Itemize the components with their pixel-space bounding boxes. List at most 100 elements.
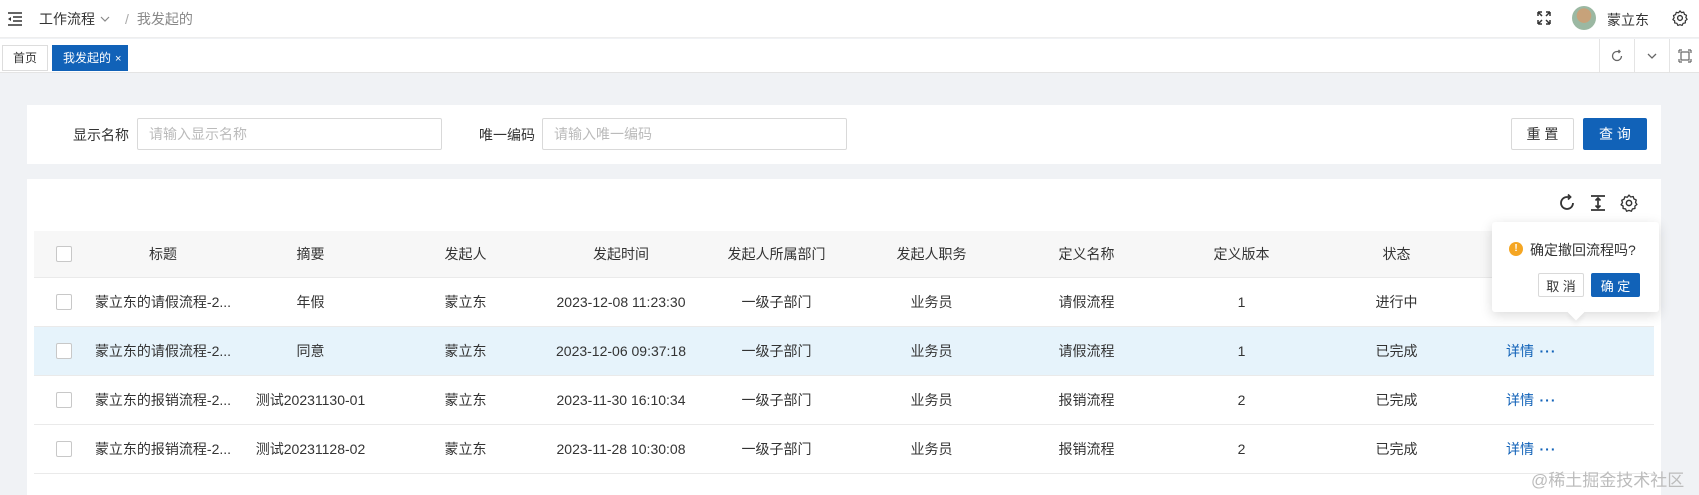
- popconfirm-message: 确定撤回流程吗?: [1530, 242, 1636, 258]
- cell-title: 蒙立东的请假流程-2...: [94, 343, 232, 359]
- tab-home-label: 首页: [13, 51, 38, 65]
- avatar[interactable]: [1572, 6, 1596, 30]
- row-checkbox[interactable]: [55, 441, 72, 457]
- cell-department: 一级子部门: [741, 343, 812, 359]
- tab-my-initiated-label: 我发起的: [63, 51, 112, 65]
- cell-position: 业务员: [910, 441, 953, 457]
- user-name[interactable]: 蒙立东: [1607, 10, 1649, 30]
- cell-title: 蒙立东的报销流程-2...: [94, 392, 232, 408]
- refresh-tab-icon[interactable]: [1599, 39, 1634, 73]
- maximize-icon[interactable]: [1669, 39, 1699, 73]
- breadcrumb: 工作流程 / 我发起的: [39, 9, 193, 29]
- select-all-checkbox[interactable]: [55, 246, 72, 262]
- table-row[interactable]: 蒙立东的报销流程-2... 测试20231130-01 蒙立东 2023-11-…: [34, 376, 1654, 425]
- cancel-button[interactable]: 取 消: [1538, 273, 1584, 297]
- column-header[interactable]: 标题: [93, 231, 233, 277]
- reset-button[interactable]: 重 置: [1511, 118, 1574, 150]
- cell-definition-name: 请假流程: [1058, 343, 1115, 359]
- table-card: 标题 摘要 发起人 发起时间 发起人所属部门 发起人职务 定义名称 定义版本 状…: [27, 179, 1661, 495]
- detail-link-label: 详情: [1506, 441, 1534, 457]
- cell-definition-version: 1: [1237, 343, 1246, 359]
- tab-home[interactable]: 首页: [2, 45, 49, 71]
- query-button[interactable]: 查 询: [1583, 118, 1647, 150]
- confirm-button[interactable]: 确 定: [1591, 273, 1640, 297]
- cell-time: 2023-11-30 16:10:34: [556, 392, 686, 408]
- column-height-icon[interactable]: [1588, 193, 1608, 213]
- column-header[interactable]: 发起人所属部门: [699, 231, 854, 277]
- more-actions-icon[interactable]: ···: [1537, 376, 1559, 424]
- table-row[interactable]: 蒙立东的请假流程-2... 年假 蒙立东 2023-12-08 11:23:30…: [34, 278, 1654, 327]
- column-header[interactable]: 定义版本: [1164, 231, 1319, 277]
- row-select-cell: [34, 376, 93, 424]
- cell-summary: 测试20231130-01: [255, 392, 366, 408]
- cell-initiator: 蒙立东: [444, 343, 487, 359]
- cell-summary: 同意: [296, 343, 325, 359]
- column-header[interactable]: 发起人: [388, 231, 543, 277]
- cell-department: 一级子部门: [741, 392, 812, 408]
- column-header[interactable]: 发起时间: [543, 231, 699, 277]
- cell-status: 已完成: [1375, 441, 1418, 457]
- row-checkbox[interactable]: [55, 392, 72, 408]
- row-checkbox[interactable]: [55, 343, 72, 359]
- refresh-icon[interactable]: [1557, 193, 1577, 213]
- table-row[interactable]: 蒙立东的请假流程-2... 同意 蒙立东 2023-12-06 09:37:18…: [34, 327, 1654, 376]
- detail-link-label: 详情: [1506, 343, 1534, 359]
- more-actions-icon[interactable]: ···: [1537, 327, 1559, 375]
- cell-summary: 测试20231128-02: [255, 441, 366, 457]
- fullscreen-icon[interactable]: [1535, 9, 1553, 27]
- cell-status: 已完成: [1375, 343, 1418, 359]
- table-row[interactable]: 蒙立东的报销流程-2... 测试20231128-02 蒙立东 2023-11-…: [34, 425, 1654, 474]
- more-actions-label: ···: [1539, 441, 1557, 457]
- breadcrumb-item-workflow[interactable]: 工作流程: [39, 9, 95, 29]
- more-actions-label: ···: [1539, 343, 1557, 359]
- withdraw-popconfirm: ! 确定撤回流程吗? 取 消 确 定: [1492, 222, 1659, 321]
- cell-definition-name: 请假流程: [1058, 294, 1115, 310]
- cell-time: 2023-12-08 11:23:30: [556, 294, 686, 310]
- cell-summary: 年假: [296, 294, 325, 310]
- cell-initiator: 蒙立东: [444, 392, 487, 408]
- tab-my-initiated[interactable]: 我发起的 ×: [52, 45, 129, 71]
- cell-status: 已完成: [1375, 392, 1418, 408]
- detail-link-label: 详情: [1506, 392, 1534, 408]
- column-header[interactable]: 状态: [1319, 231, 1474, 277]
- cell-position: 业务员: [910, 392, 953, 408]
- breadcrumb-separator: /: [125, 11, 129, 27]
- detail-link[interactable]: 详情: [1505, 376, 1535, 424]
- cell-time: 2023-12-06 09:37:18: [556, 343, 686, 359]
- detail-link[interactable]: 详情: [1505, 327, 1535, 375]
- cell-definition-version: 2: [1237, 441, 1246, 457]
- chevron-down-icon[interactable]: [1634, 39, 1669, 73]
- column-header[interactable]: 摘要: [233, 231, 388, 277]
- select-all-cell: [34, 231, 93, 277]
- display-name-label: 显示名称: [73, 127, 129, 143]
- cell-definition-name: 报销流程: [1058, 392, 1115, 408]
- unique-code-input[interactable]: [542, 118, 847, 150]
- search-form: 显示名称 唯一编码 重 置 查 询: [27, 105, 1661, 164]
- table-header: 标题 摘要 发起人 发起时间 发起人所属部门 发起人职务 定义名称 定义版本 状…: [34, 231, 1654, 278]
- cell-time: 2023-11-28 10:30:08: [556, 441, 686, 457]
- breadcrumb-item-current: 我发起的: [136, 11, 193, 27]
- display-name-input[interactable]: [137, 118, 442, 150]
- cell-status: 进行中: [1375, 294, 1418, 310]
- unique-code-label: 唯一编码: [479, 127, 535, 143]
- close-icon[interactable]: ×: [115, 53, 121, 65]
- gear-icon[interactable]: [1671, 9, 1689, 27]
- column-header[interactable]: 发起人职务: [854, 231, 1009, 277]
- top-bar: 工作流程 / 我发起的 蒙立东: [0, 0, 1699, 38]
- chevron-down-icon[interactable]: [99, 13, 111, 25]
- row-select-cell: [34, 425, 93, 473]
- cell-definition-version: 1: [1237, 294, 1246, 310]
- cell-title: 蒙立东的报销流程-2...: [94, 441, 232, 457]
- column-settings-icon[interactable]: [1619, 193, 1639, 213]
- cell-initiator: 蒙立东: [444, 441, 487, 457]
- menu-fold-icon[interactable]: [5, 9, 25, 29]
- row-checkbox[interactable]: [55, 294, 72, 310]
- watermark: @稀土掘金技术社区: [1531, 471, 1685, 490]
- tab-bar: 首页 我发起的 ×: [0, 39, 1699, 73]
- cell-initiator: 蒙立东: [444, 294, 487, 310]
- cell-definition-name: 报销流程: [1058, 441, 1115, 457]
- row-select-cell: [34, 327, 93, 375]
- column-header[interactable]: 定义名称: [1009, 231, 1164, 277]
- cell-department: 一级子部门: [741, 441, 812, 457]
- cell-definition-version: 2: [1237, 392, 1246, 408]
